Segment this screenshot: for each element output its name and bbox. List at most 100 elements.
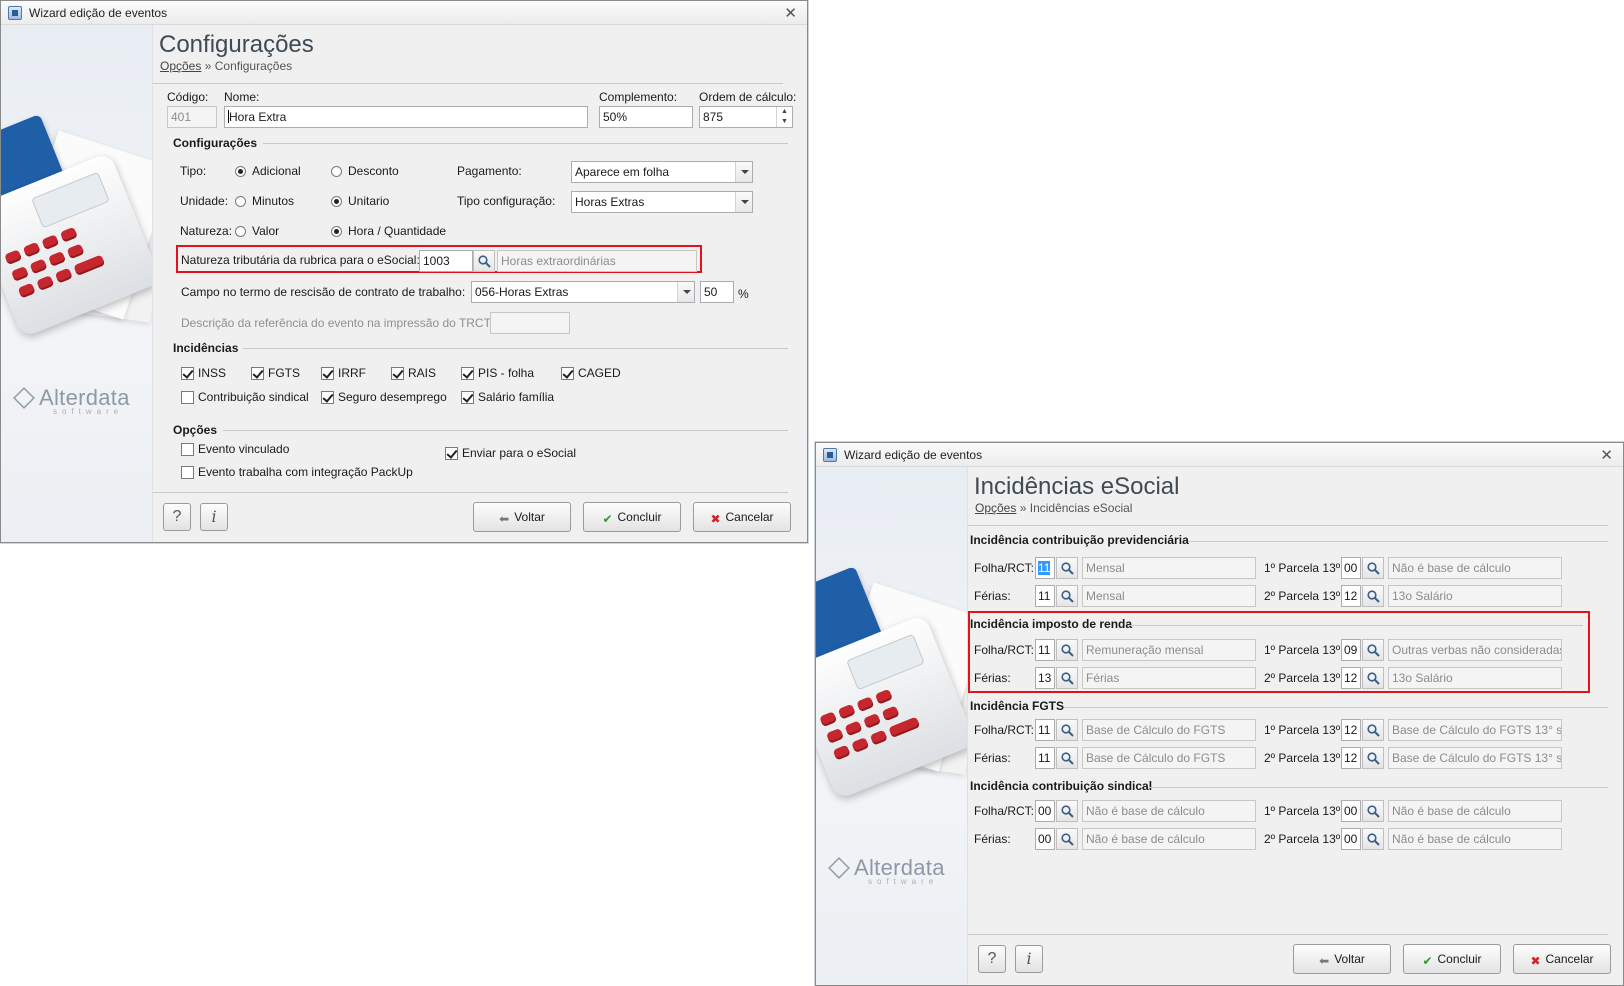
campo-rescisao-percent-field[interactable]: 50 [700, 281, 734, 303]
cancel-button[interactable]: ✖ Cancelar [693, 502, 791, 532]
help-button[interactable]: ? [163, 503, 191, 531]
divider [1064, 707, 1608, 708]
code-field[interactable]: 00 [1035, 828, 1055, 850]
natureza-valor-radio[interactable] [235, 226, 246, 237]
check-icon: ✔ [602, 512, 613, 526]
row-left-label: Folha/RCT: [974, 723, 1035, 737]
search-button[interactable] [1056, 639, 1078, 661]
search-button[interactable] [1362, 667, 1384, 689]
chevron-down-icon[interactable] [735, 192, 752, 212]
title-bar[interactable]: Wizard edição de eventos ✕ [816, 443, 1623, 467]
breadcrumb-current: Incidências eSocial [1029, 501, 1133, 515]
chevron-down-icon[interactable] [735, 162, 752, 182]
config-group-title: Configurações [173, 136, 264, 150]
finish-button[interactable]: ✔ Concluir [583, 502, 681, 532]
search-button[interactable] [1362, 585, 1384, 607]
divider [1188, 541, 1608, 542]
code-field[interactable]: 00 [1341, 800, 1361, 822]
natureza-tributaria-code-field[interactable]: 1003 [419, 250, 473, 272]
evento-vinculado-checkbox[interactable] [181, 443, 194, 456]
title-bar[interactable]: Wizard edição de eventos ✕ [1, 1, 807, 25]
search-button[interactable] [1056, 557, 1078, 579]
search-button[interactable] [1056, 828, 1078, 850]
nome-field[interactable]: Hora Extra [224, 106, 588, 128]
incidencia-rais-checkbox[interactable] [391, 367, 404, 380]
code-field[interactable]: 13 [1035, 667, 1055, 689]
code-field[interactable]: 12 [1341, 719, 1361, 741]
incidencia-fgts-checkbox[interactable] [251, 367, 264, 380]
search-button[interactable] [1056, 747, 1078, 769]
campo-rescisao-select[interactable]: 056-Horas Extras [471, 281, 695, 303]
desc-field: Não é base de cálculo [1388, 828, 1562, 850]
search-button[interactable] [1362, 828, 1384, 850]
side-illustration: Alterdata software [1, 25, 153, 542]
search-button[interactable] [1362, 747, 1384, 769]
complemento-field[interactable]: 50% [599, 106, 693, 128]
natureza-hora-radio[interactable] [331, 226, 342, 237]
code-field[interactable]: 11 [1035, 585, 1055, 607]
incidencia-contribuicao-sindical-checkbox[interactable] [181, 391, 194, 404]
search-icon [1061, 562, 1074, 575]
code-field[interactable]: 12 [1341, 585, 1361, 607]
search-button[interactable] [1056, 585, 1078, 607]
pagamento-select[interactable]: Aparece em folha [571, 161, 753, 183]
info-button[interactable]: i [200, 503, 228, 531]
complemento-label: Complemento: [599, 90, 678, 104]
unidade-unitario-radio[interactable] [331, 196, 342, 207]
search-button[interactable] [473, 250, 495, 272]
incidencia-pis-checkbox[interactable] [461, 367, 474, 380]
group-title-previdenciaria: Incidência contribuição previdenciária [970, 533, 1195, 547]
incidencia-inss-checkbox[interactable] [181, 367, 194, 380]
code-field[interactable]: 11 [1035, 719, 1055, 741]
incidencia-irrf-checkbox[interactable] [321, 367, 334, 380]
code-field[interactable]: 00 [1341, 557, 1361, 579]
cancel-button[interactable]: ✖ Cancelar [1513, 944, 1611, 974]
descricao-trct-label: Descrição da referência do evento na imp… [181, 316, 493, 330]
code-field[interactable]: 00 [1341, 828, 1361, 850]
incidencia-contribuicao-sindical-label: Contribuição sindical [198, 390, 309, 404]
unidade-minutos-radio[interactable] [235, 196, 246, 207]
evento-packup-checkbox[interactable] [181, 466, 194, 479]
search-button[interactable] [1362, 639, 1384, 661]
breadcrumb-link-opcoes[interactable]: Opções [160, 59, 201, 73]
incidencia-caged-checkbox[interactable] [561, 367, 574, 380]
row-right-label: 1º Parcela 13º: [1264, 723, 1344, 737]
divider [968, 934, 1608, 935]
ordem-calculo-stepper[interactable]: ▲ ▼ [776, 107, 792, 127]
code-field[interactable]: 12 [1341, 667, 1361, 689]
search-icon [1061, 833, 1074, 846]
back-button[interactable]: ⬅ Voltar [473, 502, 571, 532]
code-field[interactable]: 09 [1341, 639, 1361, 661]
search-button[interactable] [1056, 667, 1078, 689]
code-field[interactable]: 12 [1341, 747, 1361, 769]
info-button[interactable]: i [1015, 945, 1043, 973]
tipo-configuracao-select[interactable]: Horas Extras [571, 191, 753, 213]
close-icon[interactable]: ✕ [784, 4, 797, 22]
close-icon[interactable]: ✕ [1600, 446, 1613, 464]
row-left-label: Férias: [974, 751, 1011, 765]
search-button[interactable] [1056, 719, 1078, 741]
incidencia-salario-familia-checkbox[interactable] [461, 391, 474, 404]
ordem-calculo-field[interactable]: 875 ▲ ▼ [699, 106, 793, 128]
code-field[interactable]: 11 [1035, 639, 1055, 661]
incidencia-inss-label: INSS [198, 366, 227, 380]
search-icon [1367, 752, 1380, 765]
search-button[interactable] [1362, 800, 1384, 822]
code-field[interactable]: 00 [1035, 800, 1055, 822]
chevron-down-icon[interactable] [677, 282, 694, 302]
breadcrumb-link-opcoes[interactable]: Opções [975, 501, 1016, 515]
search-button[interactable] [1362, 557, 1384, 579]
tipo-desconto-radio[interactable] [331, 166, 342, 177]
incidencia-seguro-desemprego-checkbox[interactable] [321, 391, 334, 404]
tipo-adicional-radio[interactable] [235, 166, 246, 177]
finish-button[interactable]: ✔ Concluir [1403, 944, 1501, 974]
natureza-tributaria-desc-field: Horas extraordinárias [497, 250, 697, 272]
search-icon [1367, 672, 1380, 685]
search-button[interactable] [1056, 800, 1078, 822]
enviar-esocial-checkbox[interactable] [445, 447, 458, 460]
back-button[interactable]: ⬅ Voltar [1293, 944, 1391, 974]
code-field[interactable]: 11 [1035, 747, 1055, 769]
search-button[interactable] [1362, 719, 1384, 741]
code-field[interactable]: 11 [1035, 557, 1055, 579]
help-button[interactable]: ? [978, 945, 1006, 973]
